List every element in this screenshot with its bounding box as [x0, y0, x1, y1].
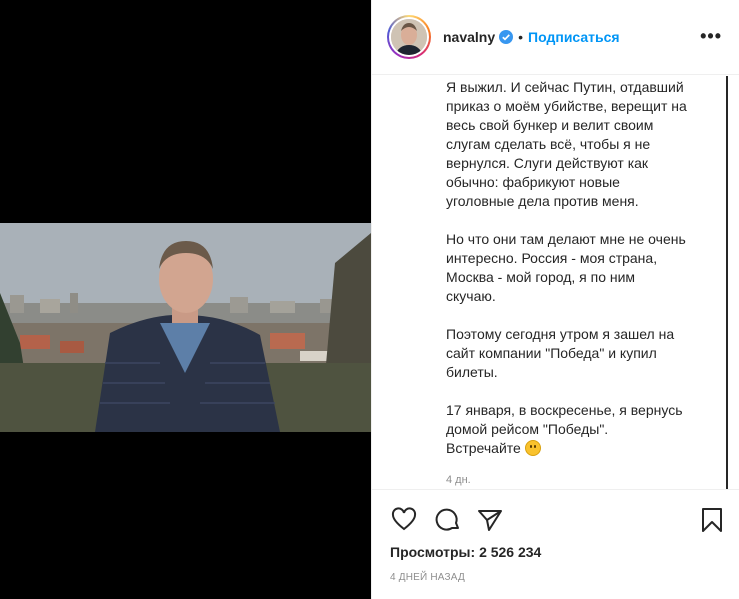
views-number: 2 526 234	[479, 544, 542, 560]
more-options-icon[interactable]: •••	[700, 27, 722, 45]
avatar-story-ring[interactable]	[387, 15, 431, 59]
post-date[interactable]: 4 дней назад	[390, 572, 465, 583]
avatar[interactable]	[391, 19, 427, 55]
post-caption: Я выжил. И сейчас Путин, отдавший приказ…	[446, 78, 721, 458]
caption-area: Я выжил. И сейчас Путин, отдавший приказ…	[372, 76, 739, 490]
post-media[interactable]	[0, 0, 371, 599]
comment-icon[interactable]	[434, 506, 462, 534]
video-frame[interactable]	[0, 223, 371, 432]
caption-text: Я выжил. И сейчас Путин, отдавший приказ…	[446, 79, 687, 456]
post-header: navalny • Подписаться •••	[372, 0, 739, 75]
views-label: Просмотры:	[390, 544, 476, 560]
smiling-face-emoji	[524, 440, 541, 456]
bookmark-icon[interactable]	[698, 506, 726, 534]
follow-button[interactable]: Подписаться	[528, 29, 620, 45]
paper-plane-icon[interactable]	[476, 506, 504, 534]
view-count[interactable]: Просмотры: 2 526 234	[390, 544, 541, 560]
action-bar	[388, 506, 728, 534]
username[interactable]: navalny	[443, 29, 495, 45]
post-sidebar: navalny • Подписаться ••• Я выжил. И сей…	[371, 0, 739, 599]
verified-badge-icon	[499, 30, 514, 44]
heart-icon[interactable]	[390, 506, 418, 534]
separator-dot: •	[518, 29, 524, 45]
caption-scrollbar[interactable]	[726, 76, 728, 489]
caption-timestamp[interactable]: 4 дн.	[446, 474, 471, 486]
video-still	[0, 223, 371, 432]
